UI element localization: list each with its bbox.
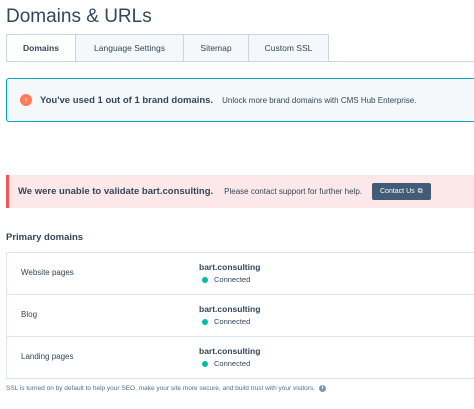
tab-sitemap[interactable]: Sitemap: [184, 34, 249, 62]
table-row: Website pages bart.consulting Connected: [6, 253, 474, 295]
tab-custom-ssl[interactable]: Custom SSL: [249, 34, 329, 62]
status-dot-icon: [202, 276, 208, 283]
connection-status: Connected: [202, 317, 250, 326]
tab-divider: [6, 61, 474, 62]
table-row: Blog bart.consulting Connected: [6, 295, 474, 337]
info-icon[interactable]: i: [319, 385, 327, 392]
table-row: Landing pages bart.consulting Connected: [6, 337, 474, 379]
tab-bar: Domains Language Settings Sitemap Custom…: [6, 34, 329, 62]
row-domain: bart.consulting: [199, 304, 261, 314]
contact-us-button[interactable]: Contact Us ⧉: [372, 183, 431, 200]
status-text: Connected: [214, 275, 251, 284]
tab-domains[interactable]: Domains: [6, 34, 76, 62]
primary-domains-heading: Primary domains: [6, 232, 84, 243]
brand-alert-text: Unlock more brand domains with CMS Hub E…: [222, 95, 417, 105]
row-label: Blog: [21, 310, 38, 319]
status-dot-icon: [202, 360, 208, 367]
page-title: Domains & URLs: [6, 6, 152, 27]
status-text: Connected: [214, 317, 251, 326]
row-domain: bart.consulting: [199, 346, 261, 356]
status-text: Connected: [214, 359, 251, 368]
brand-domain-alert: ↑ You've used 1 out of 1 brand domains. …: [6, 78, 474, 122]
row-label: Landing pages: [21, 352, 74, 361]
status-dot-icon: [202, 318, 208, 325]
error-alert-title: We were unable to validate bart.consulti…: [18, 186, 214, 197]
tab-language-settings[interactable]: Language Settings: [76, 34, 184, 62]
connection-status: Connected: [202, 359, 250, 368]
external-link-icon: ⧉: [417, 187, 423, 195]
ssl-footnote: SSL is turned on by default to help your…: [6, 385, 327, 392]
ssl-footnote-text: SSL is turned on by default to help your…: [6, 385, 316, 392]
contact-us-label: Contact Us: [380, 188, 415, 195]
error-alert-text: Please contact support for further help.: [224, 187, 362, 196]
validation-error-alert: We were unable to validate bart.consulti…: [6, 175, 474, 208]
exclamation-icon: ↑: [20, 94, 32, 106]
row-domain: bart.consulting: [199, 262, 261, 272]
row-label: Website pages: [21, 268, 74, 277]
brand-alert-title: You've used 1 out of 1 brand domains.: [40, 94, 214, 106]
primary-domains-table: Website pages bart.consulting Connected …: [6, 252, 474, 379]
connection-status: Connected: [202, 275, 250, 284]
